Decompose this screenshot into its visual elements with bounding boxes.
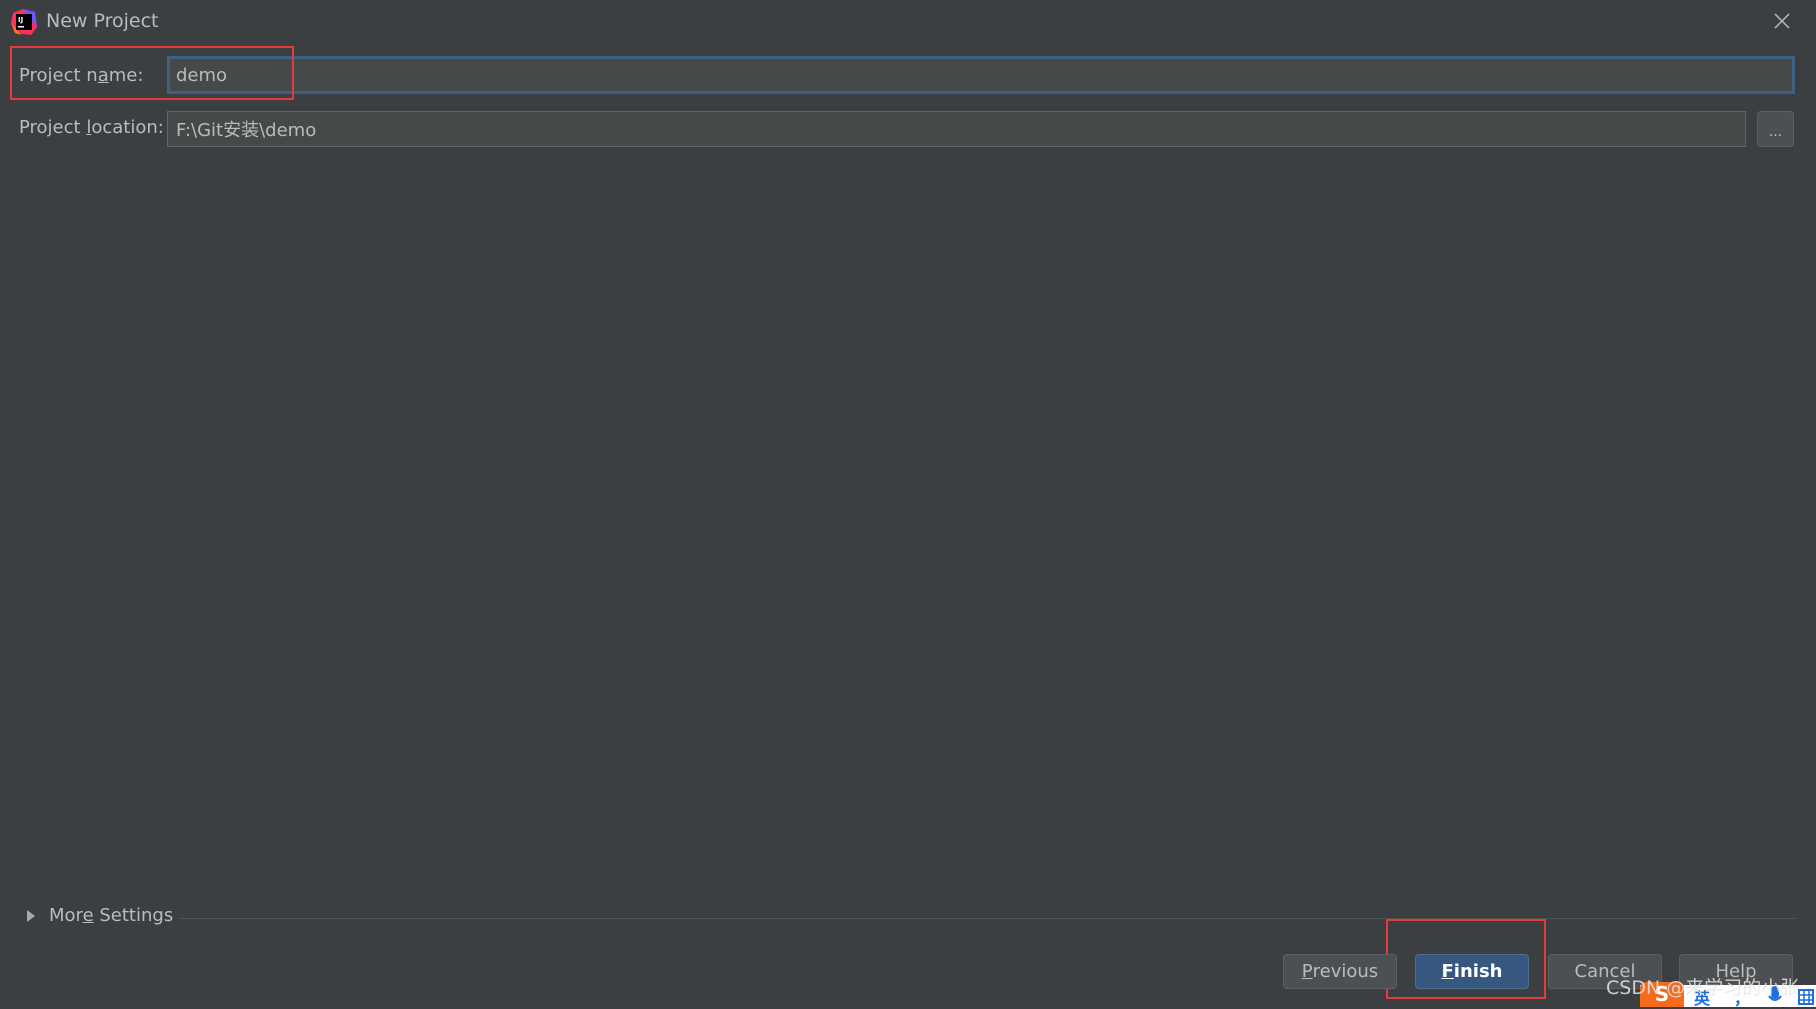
- browse-location-button[interactable]: ...: [1757, 111, 1794, 147]
- project-name-input[interactable]: demo: [167, 56, 1795, 94]
- svg-text:IJ: IJ: [18, 16, 23, 24]
- annotation-highlight-project-name: [10, 46, 294, 100]
- more-settings-divider: [180, 918, 1796, 919]
- title-bar: [0, 0, 1816, 44]
- window-title: New Project: [46, 10, 159, 32]
- more-settings-toggle[interactable]: More Settings: [49, 905, 173, 926]
- finish-button[interactable]: Finish: [1415, 954, 1529, 989]
- keyboard-grid-icon[interactable]: [1798, 989, 1814, 1005]
- intellij-idea-icon: IJ: [11, 9, 37, 35]
- previous-button[interactable]: Previous: [1283, 954, 1397, 989]
- expand-triangle-icon[interactable]: [26, 909, 36, 923]
- project-location-input[interactable]: F:\Git安装\demo: [167, 111, 1746, 147]
- project-location-label: Project location:: [19, 117, 164, 138]
- close-icon[interactable]: [1770, 9, 1794, 33]
- project-location-value: F:\Git安装\demo: [176, 120, 317, 141]
- csdn-watermark: CSDN @来学习的小张: [1606, 977, 1800, 999]
